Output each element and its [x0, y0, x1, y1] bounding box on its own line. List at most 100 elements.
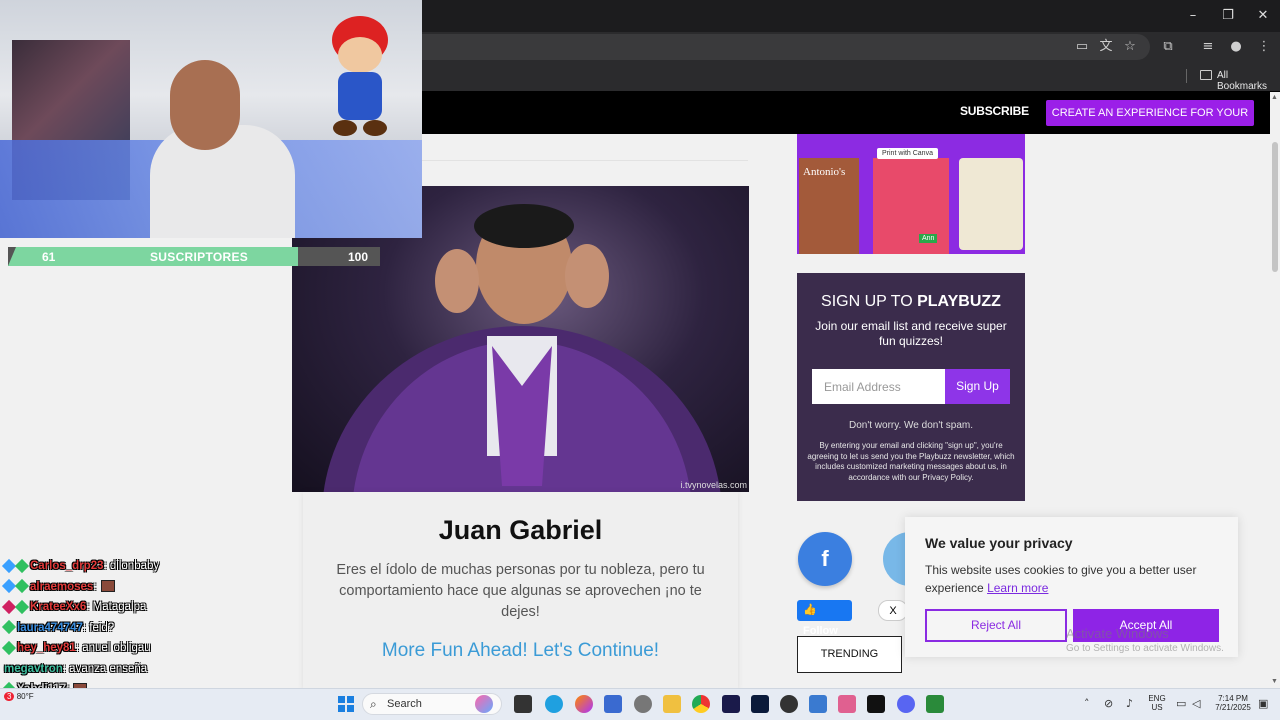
chat-emote-icon — [100, 580, 115, 593]
taskbar-search-label: Search — [387, 698, 422, 710]
microphone-icon[interactable]: ♪ — [1126, 697, 1133, 710]
folder-icon[interactable] — [1200, 70, 1212, 80]
chat-message: Carlos_drp23: dilonbaby — [1, 556, 294, 577]
chat-username: megavtron — [4, 662, 63, 675]
lang-region: US — [1151, 703, 1163, 712]
tab-search-icon[interactable]: ⧉ — [1160, 39, 1176, 55]
search-icon: ⌕ — [370, 697, 377, 711]
signup-box: SIGN UP TO PLAYBUZZ Join our email list … — [797, 273, 1025, 501]
scroll-down-icon[interactable]: ▼ — [1271, 678, 1278, 685]
signup-title: SIGN UP TO PLAYBUZZ — [797, 293, 1025, 311]
restore-icon[interactable]: ❐ — [1218, 6, 1238, 26]
reject-all-button[interactable]: Reject All — [925, 609, 1067, 642]
volume-icon[interactable]: ◁ — [1192, 697, 1200, 710]
task-view-icon[interactable] — [514, 695, 532, 713]
network-off-icon[interactable]: ⊘ — [1104, 697, 1113, 710]
signup-subtitle: Join our email list and receive super fu… — [815, 319, 1007, 348]
weather-widget[interactable]: 3 80°F — [4, 692, 34, 701]
display-icon[interactable]: ▭ — [1176, 697, 1186, 710]
learn-more-link[interactable]: Learn more — [987, 581, 1048, 595]
chat-message: hey_hey81: anuel obligau — [1, 638, 294, 659]
settings-icon[interactable] — [634, 695, 652, 713]
chat-message: laura474747: feid? — [1, 618, 294, 639]
close-icon[interactable]: ✕ — [1253, 6, 1273, 26]
chat-username: alraemoses — [30, 580, 94, 593]
star-icon[interactable]: ☆ — [1122, 39, 1138, 55]
language-indicator[interactable]: ENG US — [1144, 694, 1170, 712]
article-title: Juan Gabriel — [438, 515, 603, 545]
media-icon[interactable]: ≡ — [1200, 39, 1216, 55]
notification-icon[interactable]: ▣ — [1258, 697, 1268, 710]
sub-goal-label: SUSCRIPTORES — [150, 250, 249, 264]
menu-icon[interactable]: ⋮ — [1256, 39, 1272, 55]
activate-windows-watermark: Activate Windows — [1066, 626, 1169, 641]
store-icon[interactable] — [604, 695, 622, 713]
ad-card-text: Antonio's — [803, 166, 846, 178]
network-app-icon[interactable] — [809, 695, 827, 713]
sign-up-button[interactable]: Sign Up — [945, 369, 1010, 404]
webcam-overlay — [0, 0, 422, 238]
chat-badge-icon — [14, 558, 30, 574]
subscribe-link[interactable]: SUBSCRIBE — [960, 104, 1029, 118]
sub-goal-current: 61 — [42, 250, 56, 264]
plush-toy — [332, 16, 388, 136]
photoshop-icon[interactable] — [751, 695, 769, 713]
create-experience-button[interactable]: CREATE AN EXPERIENCE FOR YOUR SITE — [1046, 100, 1254, 145]
start-button[interactable] — [338, 696, 354, 712]
chat-badge-icon — [14, 579, 30, 594]
clock-date: 7/21/2025 — [1215, 703, 1251, 712]
facebook-share-button[interactable]: f — [798, 532, 852, 586]
chat-username: hey_hey81 — [17, 642, 76, 654]
edge-icon[interactable] — [545, 695, 563, 713]
canva-ad[interactable]: Antonio's Print with Canva Ann — [797, 134, 1025, 254]
print-with-canva-label: Print with Canva — [877, 148, 938, 159]
copilot-app-icon[interactable] — [575, 695, 593, 713]
chat-username: KrateeXx6 — [30, 601, 87, 613]
scroll-up-icon[interactable]: ▲ — [1271, 94, 1278, 101]
weather-badge: 3 — [4, 692, 15, 701]
photo-credit: i.tvynovelas.com — [680, 480, 747, 490]
scrollbar-thumb[interactable] — [1272, 142, 1278, 272]
more-fun-link[interactable]: More Fun Ahead! Let's Continue! — [303, 640, 738, 662]
trending-button[interactable]: TRENDING — [797, 636, 902, 673]
chat-username: Carlos_drp23 — [30, 560, 104, 572]
chat-text: : feid? — [82, 621, 115, 634]
signup-title-prefix: SIGN UP TO — [821, 293, 913, 310]
x-follow-button[interactable]: X — [878, 600, 908, 621]
cookie-body: This website uses cookies to give you a … — [925, 563, 1197, 595]
all-bookmarks-link[interactable]: All Bookmarks — [1217, 70, 1280, 92]
minecraft-icon[interactable] — [926, 695, 944, 713]
chat-badge-icon — [1, 579, 17, 594]
clock-time: 7:14 PM — [1218, 694, 1248, 703]
sub-goal-target: 100 — [348, 250, 369, 264]
cast-icon[interactable]: ▭ — [1074, 39, 1090, 55]
email-field[interactable] — [812, 369, 945, 404]
discord-icon[interactable] — [897, 695, 915, 713]
profile-avatar[interactable]: ● — [1228, 39, 1244, 55]
chat-text: : avanza enseña — [62, 662, 148, 675]
translate-icon[interactable]: 文 — [1098, 39, 1114, 55]
cookie-title: We value your privacy — [925, 535, 1073, 551]
copilot-icon[interactable] — [475, 695, 493, 713]
chat-message: megavtron: avanza enseña — [4, 659, 294, 680]
chat-text: : — [93, 580, 97, 593]
tray-chevron-icon[interactable]: ˄ — [1084, 697, 1090, 710]
cookie-text: This website uses cookies to give you a … — [925, 561, 1225, 597]
bookmarks-divider — [1186, 69, 1187, 83]
signup-title-brand: PLAYBUZZ — [917, 293, 1001, 310]
ad-card-middle — [873, 158, 949, 254]
chat-badge-icon — [14, 599, 30, 615]
chat-badge-icon — [1, 620, 17, 635]
obs-icon[interactable] — [780, 695, 798, 713]
chrome-icon[interactable] — [692, 695, 710, 713]
facebook-icon: f — [821, 546, 829, 571]
facebook-follow-button[interactable]: 👍 Follow — [797, 600, 852, 637]
chat-message: alraemoses: — [1, 577, 294, 598]
file-explorer-icon[interactable] — [663, 695, 681, 713]
clock[interactable]: 7:14 PM 7/21/2025 — [1208, 694, 1258, 712]
capture-app-icon[interactable] — [838, 695, 856, 713]
capcut-icon[interactable] — [867, 695, 885, 713]
premiere-icon[interactable] — [722, 695, 740, 713]
lang-code: ENG — [1148, 694, 1166, 703]
minimize-icon[interactable]: – — [1183, 6, 1203, 26]
